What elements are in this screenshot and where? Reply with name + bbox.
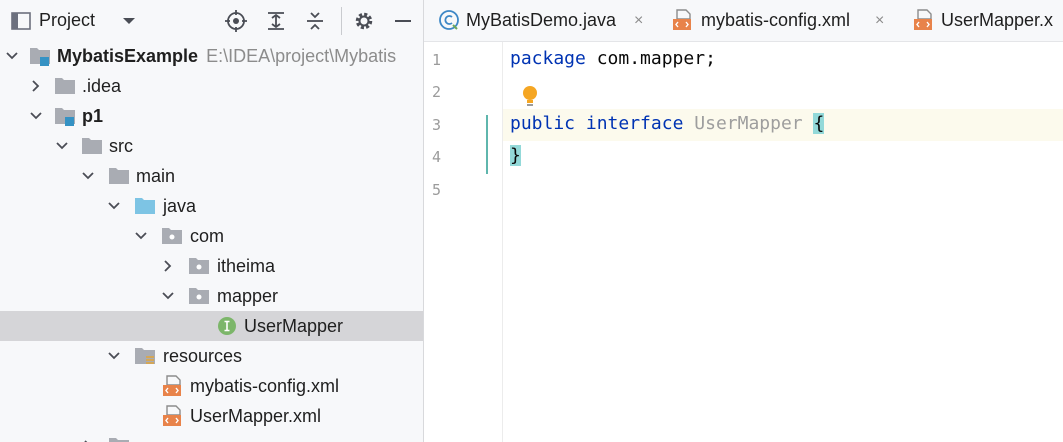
tab-label: MyBatisDemo.java [466, 10, 617, 30]
xml-file-icon [163, 405, 181, 426]
module-folder-icon [30, 48, 50, 66]
chevron-down-icon[interactable] [160, 288, 176, 304]
source-folder-icon [135, 198, 155, 214]
folder-icon [109, 168, 129, 184]
code-text: com.mapper; [585, 48, 716, 69]
lightbulb-icon[interactable] [520, 84, 540, 110]
minimize-icon[interactable] [391, 9, 415, 33]
code-line-4: } [510, 145, 521, 166]
line-number: 1 [432, 51, 442, 69]
tree-item-label: p1 [82, 106, 104, 126]
xml-file-icon [163, 375, 181, 396]
project-view-icon[interactable] [9, 9, 33, 33]
tree-item-label: src [109, 136, 133, 156]
folder-icon [82, 138, 102, 154]
tree-item-label: resources [163, 346, 243, 366]
package-folder-icon [162, 228, 182, 244]
matched-brace: } [510, 145, 521, 166]
expand-all-icon[interactable] [264, 9, 288, 33]
line-number: 5 [432, 181, 442, 199]
chevron-down-icon[interactable] [28, 108, 44, 124]
tree-item-label: com [190, 226, 225, 246]
tree-item-p1[interactable]: p1 [0, 101, 423, 131]
chevron-down-icon[interactable] [133, 228, 149, 244]
chevron-right-icon[interactable] [28, 78, 44, 94]
chevron-down-icon[interactable] [117, 9, 141, 33]
keyword: public [510, 113, 576, 134]
matched-brace: { [813, 113, 825, 134]
chevron-down-icon[interactable] [106, 348, 122, 364]
module-folder-icon [55, 108, 75, 126]
folder-icon [109, 438, 129, 442]
editor-tabs: MyBatisDemo.java × mybatis-config.xml × … [424, 0, 1063, 42]
line-number-gutter[interactable]: 1 2 3 4 5 [424, 42, 503, 442]
tree-item-label: MybatisExample E:\IDEA\project\Mybatis [57, 46, 397, 66]
code-line-1: package com.mapper; [510, 48, 716, 69]
line-number: 2 [432, 83, 442, 101]
interface-name: UserMapper [694, 113, 803, 134]
tree-item-label: UserMapper [244, 316, 344, 336]
tree-item-partial [0, 431, 423, 442]
project-panel: Project MybatisExample E:\IDEA\project\My… [0, 0, 423, 442]
locate-icon[interactable] [224, 9, 248, 33]
tree-item-java[interactable]: java [0, 191, 423, 221]
tree-item-usermapper[interactable]: UserMapper [0, 311, 423, 341]
tree-item-src[interactable]: src [0, 131, 423, 161]
keyword: interface [585, 113, 684, 134]
tree-item-mybatis-config-xml[interactable]: mybatis-config.xml [0, 371, 423, 401]
project-toolbar: Project [0, 0, 423, 41]
tree-item-label: main [136, 166, 176, 186]
xml-file-icon [673, 9, 691, 30]
project-view-title[interactable]: Project [39, 10, 95, 31]
xml-file-icon [914, 9, 932, 30]
package-folder-icon [189, 288, 209, 304]
tree-item-com[interactable]: com [0, 221, 423, 251]
tree-item-mybatisexample[interactable]: MybatisExample E:\IDEA\project\Mybatis [0, 41, 423, 71]
tree-item-label: itheima [217, 256, 276, 276]
code-editor[interactable]: 1 2 3 4 5 package com.mapper; public int… [424, 42, 1063, 442]
tab-usermapper-xml[interactable]: UserMapper.x [911, 0, 1063, 41]
close-icon[interactable]: × [875, 12, 884, 30]
chevron-down-icon[interactable] [4, 48, 20, 64]
gear-icon[interactable] [352, 9, 376, 33]
tab-label: UserMapper.x [941, 10, 1054, 30]
tree-item-usermapper-xml[interactable]: UserMapper.xml [0, 401, 423, 431]
keyword: package [510, 48, 586, 69]
interface-icon [218, 317, 236, 335]
tree-item-label: mapper [217, 286, 279, 306]
fold-indicator[interactable] [486, 115, 488, 174]
project-path: E:\IDEA\project\Mybatis [206, 46, 397, 66]
tree-item-mapper[interactable]: mapper [0, 281, 423, 311]
tree-item-resources[interactable]: resources [0, 341, 423, 371]
toolbar-separator [341, 7, 342, 35]
tree-item-label: .idea [82, 76, 122, 96]
line-number: 3 [432, 116, 442, 134]
chevron-down-icon[interactable] [106, 198, 122, 214]
tab-label: mybatis-config.xml [701, 10, 851, 30]
chevron-down-icon[interactable] [80, 168, 96, 184]
chevron-right-icon [84, 440, 88, 442]
chevron-down-icon[interactable] [54, 138, 70, 154]
java-class-icon [439, 10, 459, 30]
tree-item-label: UserMapper.xml [190, 406, 322, 426]
tree-item-label: mybatis-config.xml [190, 376, 340, 396]
chevron-right-icon[interactable] [160, 258, 176, 274]
tree-item-idea[interactable]: .idea [0, 71, 423, 101]
tab-mybatisdemo-java[interactable]: MyBatisDemo.java × [424, 0, 658, 41]
tree-item-itheima[interactable]: itheima [0, 251, 423, 281]
resources-folder-icon [135, 348, 155, 364]
close-icon[interactable]: × [634, 12, 643, 30]
package-folder-icon [189, 258, 209, 274]
tree-item-label: java [163, 196, 197, 216]
line-number: 4 [432, 148, 442, 166]
code-line-3: public interface UserMapper { [510, 113, 825, 134]
collapse-all-icon[interactable] [303, 9, 327, 33]
folder-icon [55, 78, 75, 94]
tree-item-main[interactable]: main [0, 161, 423, 191]
tab-mybatis-config-xml[interactable]: mybatis-config.xml × [668, 0, 902, 41]
